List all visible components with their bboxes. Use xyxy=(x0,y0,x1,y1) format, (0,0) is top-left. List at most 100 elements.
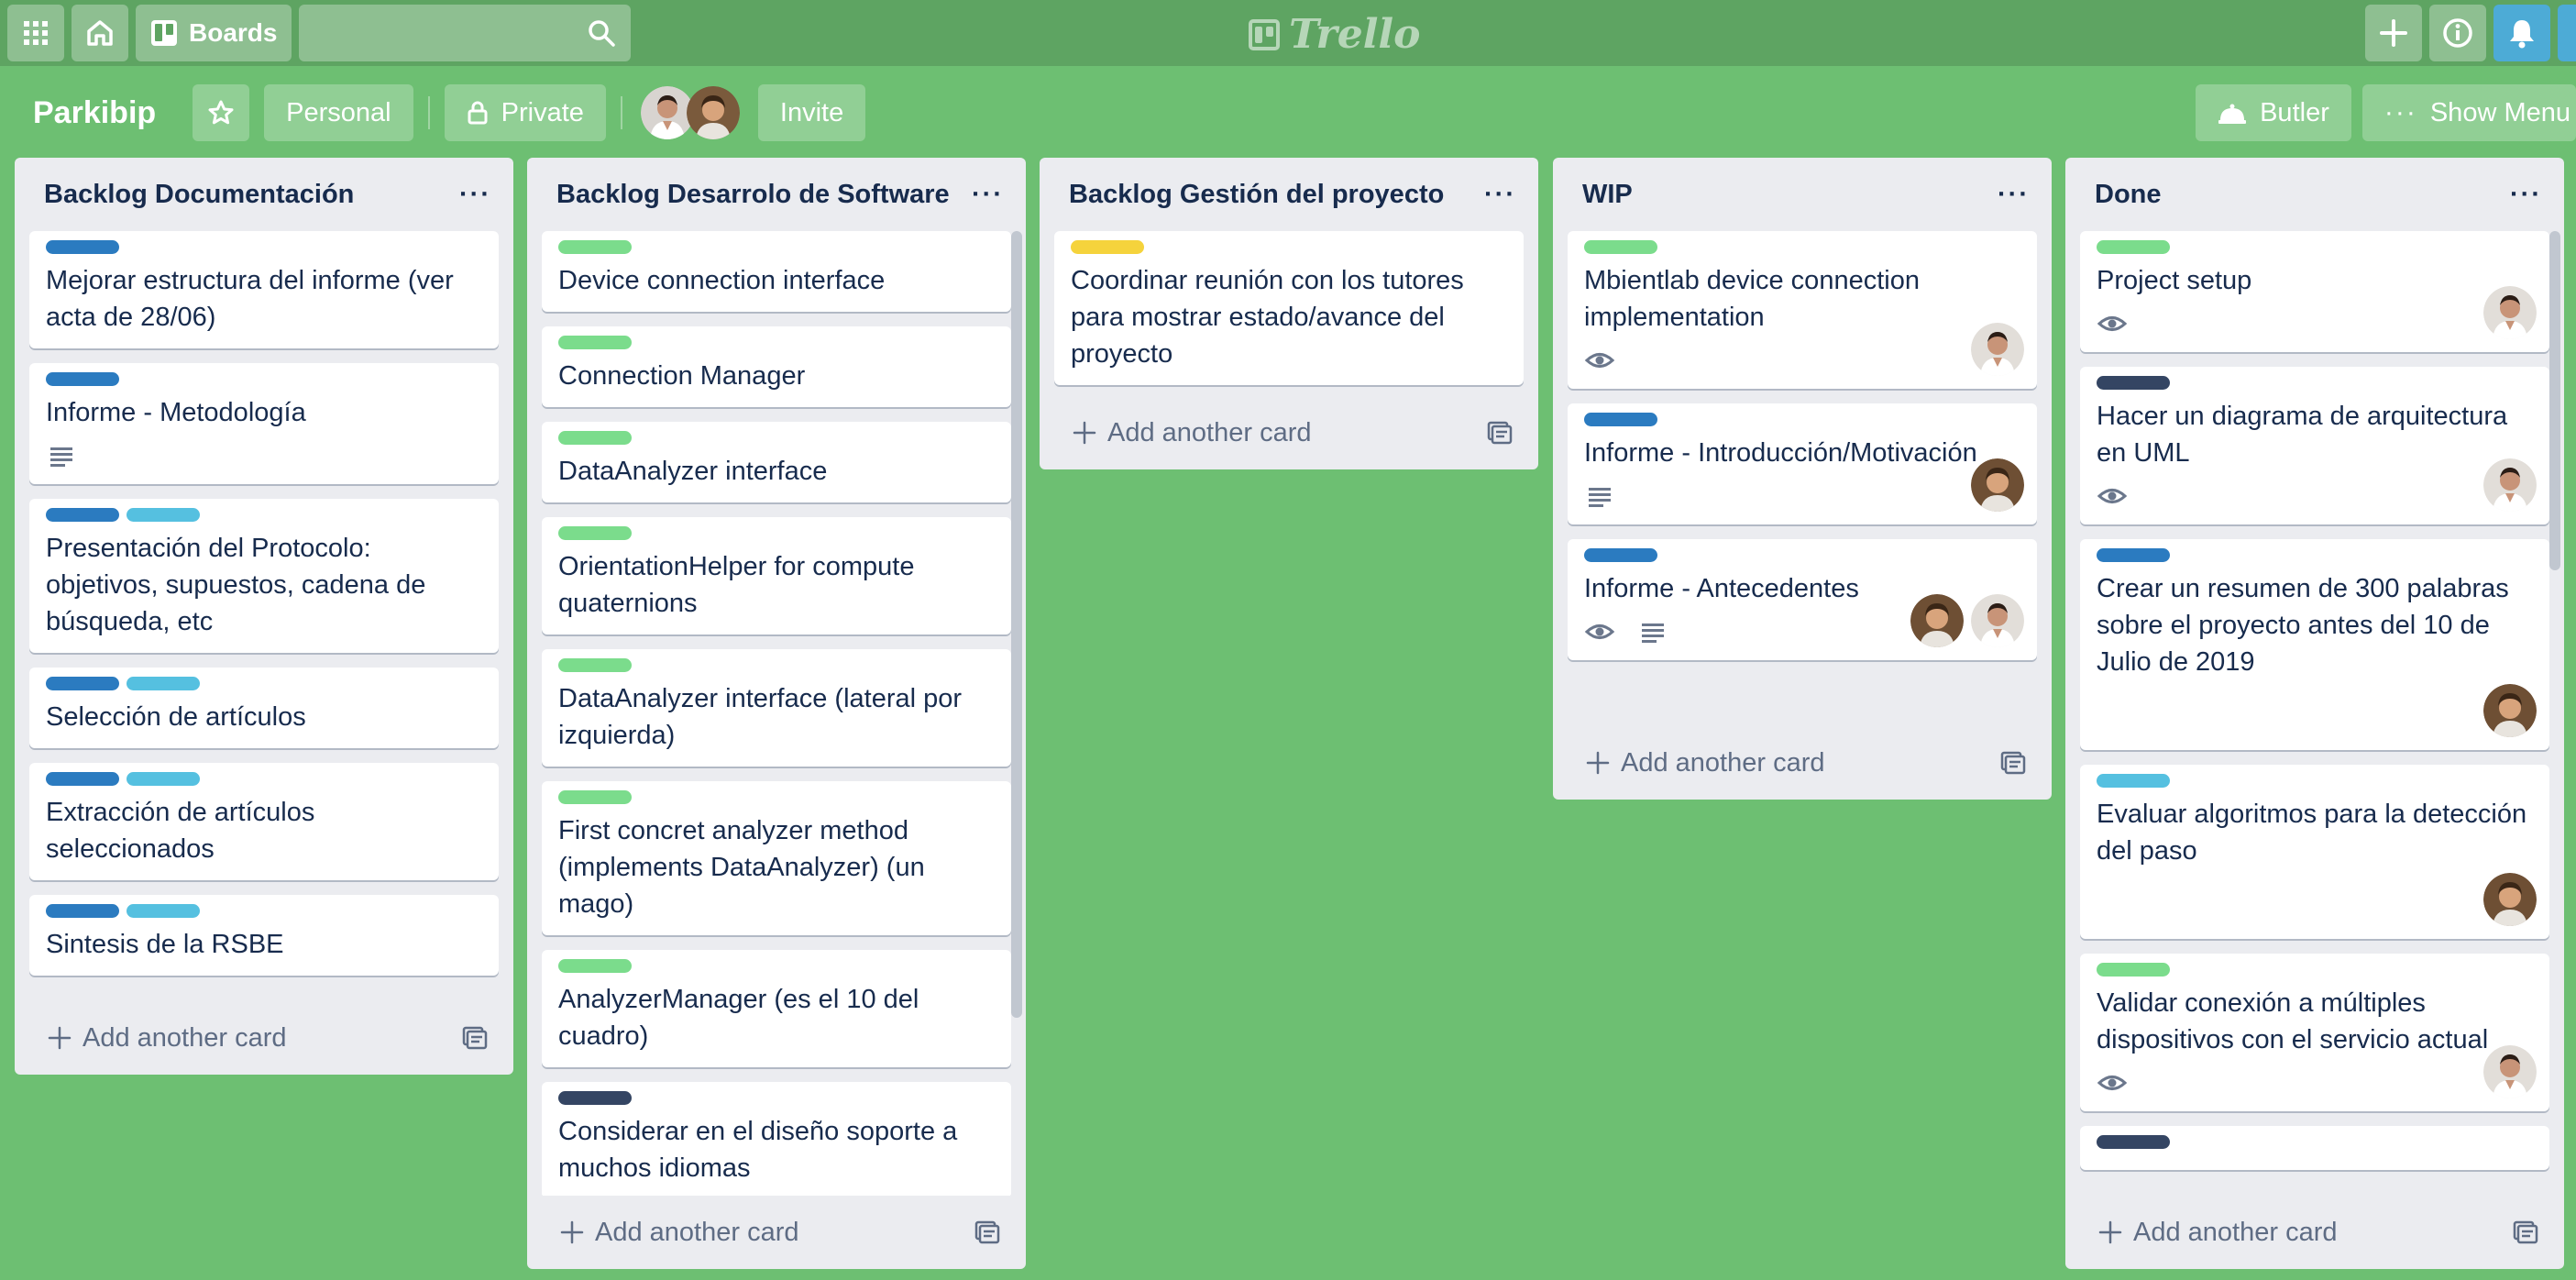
card[interactable]: DataAnalyzer interface xyxy=(542,422,1011,502)
list-title[interactable]: Backlog Documentación xyxy=(44,180,354,210)
member-avatar[interactable] xyxy=(1971,594,2024,647)
list-scrollbar[interactable] xyxy=(1011,231,1022,1018)
info-button[interactable] xyxy=(2429,5,2486,61)
card-label[interactable] xyxy=(46,372,119,386)
card[interactable]: Sintesis de la RSBE xyxy=(29,895,499,976)
board-name[interactable]: Parkibip xyxy=(33,95,156,131)
add-card-button[interactable]: Add another card xyxy=(1040,396,1538,469)
card[interactable]: Selección de artículos xyxy=(29,668,499,748)
list-title[interactable]: Backlog Desarrolo de Software xyxy=(556,180,950,210)
card-label[interactable] xyxy=(2097,548,2170,562)
card[interactable]: DataAnalyzer interface (lateral por izqu… xyxy=(542,649,1011,767)
card[interactable]: Project setup xyxy=(2080,231,2549,352)
card-label[interactable] xyxy=(1584,413,1657,426)
card-label[interactable] xyxy=(1584,548,1657,562)
card[interactable]: Informe - Metodología xyxy=(29,363,499,484)
card[interactable]: AnalyzerManager (es el 10 del cuadro) xyxy=(542,950,1011,1067)
card-label[interactable] xyxy=(1071,240,1144,254)
list-menu-icon[interactable]: ··· xyxy=(972,181,1004,208)
list-menu-icon[interactable]: ··· xyxy=(1998,181,2030,208)
card-label[interactable] xyxy=(558,1091,632,1105)
card[interactable] xyxy=(2080,1126,2549,1170)
show-menu-button[interactable]: ··· Show Menu xyxy=(2361,84,2576,141)
card-label[interactable] xyxy=(46,240,119,254)
card[interactable]: Considerar en el diseño soporte a muchos… xyxy=(542,1082,1011,1196)
card-label[interactable] xyxy=(2097,240,2170,254)
member-avatar-button[interactable] xyxy=(2558,5,2576,61)
team-button[interactable]: Personal xyxy=(264,84,413,141)
card[interactable]: Hacer un diagrama de arquitectura en UML xyxy=(2080,367,2549,524)
card[interactable]: Informe - Antecedentes xyxy=(1568,539,2037,660)
card-label[interactable] xyxy=(127,904,200,918)
visibility-button[interactable]: Private xyxy=(444,84,606,141)
card-label[interactable] xyxy=(46,904,119,918)
card-label[interactable] xyxy=(558,431,632,445)
card[interactable]: OrientationHelper for compute quaternion… xyxy=(542,517,1011,634)
card-label[interactable] xyxy=(2097,774,2170,788)
card[interactable]: Connection Manager xyxy=(542,326,1011,407)
card[interactable]: Extracción de artículos seleccionados xyxy=(29,763,499,880)
card-template-icon[interactable] xyxy=(1487,421,1513,445)
card[interactable]: Device connection interface xyxy=(542,231,1011,312)
add-card-button[interactable]: Add another card xyxy=(527,1196,1026,1269)
card[interactable]: Presentación del Protocolo: objetivos, s… xyxy=(29,499,499,653)
member-avatar[interactable] xyxy=(686,86,740,139)
member-avatar[interactable] xyxy=(1971,323,2024,376)
card-label[interactable] xyxy=(127,772,200,786)
card-label[interactable] xyxy=(558,959,632,973)
star-button[interactable] xyxy=(193,84,250,141)
list-scrollbar[interactable] xyxy=(2549,231,2560,570)
add-card-button[interactable]: Add another card xyxy=(15,1001,513,1075)
member-avatar[interactable] xyxy=(2483,684,2537,737)
card-template-icon[interactable] xyxy=(974,1220,1000,1244)
list-title[interactable]: Backlog Gestión del proyecto xyxy=(1069,180,1444,210)
card-label[interactable] xyxy=(2097,376,2170,390)
list-header[interactable]: Done ··· xyxy=(2065,158,2564,231)
card-label[interactable] xyxy=(127,508,200,522)
search-input[interactable] xyxy=(299,5,632,61)
card[interactable]: Mejorar estructura del informe (ver acta… xyxy=(29,231,499,348)
card[interactable]: First concret analyzer method (implement… xyxy=(542,781,1011,935)
card[interactable]: Coordinar reunión con los tutores para m… xyxy=(1054,231,1524,385)
list-title[interactable]: Done xyxy=(2095,180,2162,210)
card-template-icon[interactable] xyxy=(2000,751,2026,775)
card-label[interactable] xyxy=(2097,1135,2170,1149)
card-label[interactable] xyxy=(558,526,632,540)
member-avatar[interactable] xyxy=(1971,458,2024,512)
card[interactable]: Validar conexión a múltiples dispositivo… xyxy=(2080,954,2549,1111)
member-avatar[interactable] xyxy=(2483,1045,2537,1098)
boards-button[interactable]: Boards xyxy=(136,5,292,61)
list-menu-icon[interactable]: ··· xyxy=(1484,181,1516,208)
list-header[interactable]: WIP ··· xyxy=(1553,158,2052,231)
member-avatar[interactable] xyxy=(2483,873,2537,926)
list-menu-icon[interactable]: ··· xyxy=(459,181,491,208)
list-menu-icon[interactable]: ··· xyxy=(2510,181,2542,208)
trello-logo[interactable]: Trello xyxy=(1249,11,1421,58)
card[interactable]: Evaluar algoritmos para la detección del… xyxy=(2080,765,2549,939)
card-label[interactable] xyxy=(558,336,632,349)
add-card-button[interactable]: Add another card xyxy=(1553,726,2052,800)
card-label[interactable] xyxy=(2097,963,2170,977)
list-header[interactable]: Backlog Documentación ··· xyxy=(15,158,513,231)
butler-button[interactable]: Butler xyxy=(2196,84,2351,141)
list-header[interactable]: Backlog Gestión del proyecto ··· xyxy=(1040,158,1538,231)
notifications-button[interactable] xyxy=(2493,5,2550,61)
card-template-icon[interactable] xyxy=(2513,1220,2538,1244)
card[interactable]: Informe - Introducción/Motivación xyxy=(1568,403,2037,524)
card[interactable]: Crear un resumen de 300 palabras sobre e… xyxy=(2080,539,2549,750)
card-label[interactable] xyxy=(46,508,119,522)
member-avatar[interactable] xyxy=(2483,458,2537,512)
apps-button[interactable] xyxy=(7,5,64,61)
member-avatar[interactable] xyxy=(1910,594,1964,647)
card-label[interactable] xyxy=(1584,240,1657,254)
home-button[interactable] xyxy=(72,5,128,61)
card-label[interactable] xyxy=(558,658,632,672)
member-avatar[interactable] xyxy=(2483,286,2537,339)
invite-button[interactable]: Invite xyxy=(757,84,866,141)
card[interactable]: Mbientlab device connection implementati… xyxy=(1568,231,2037,389)
card-label[interactable] xyxy=(127,677,200,690)
card-label[interactable] xyxy=(46,677,119,690)
list-title[interactable]: WIP xyxy=(1582,180,1633,210)
card-label[interactable] xyxy=(558,790,632,804)
card-template-icon[interactable] xyxy=(462,1026,488,1050)
